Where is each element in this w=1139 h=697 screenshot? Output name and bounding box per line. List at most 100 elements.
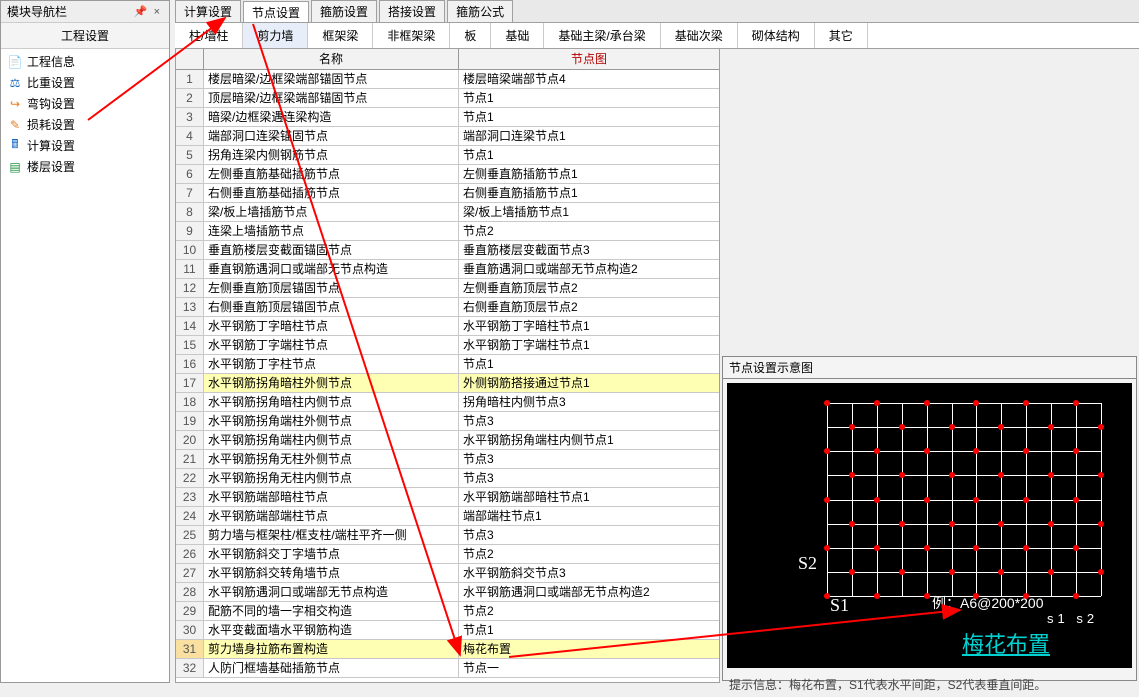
sub-tab-nonframe-beam[interactable]: 非框架梁 [373, 23, 450, 48]
nav-label: 楼层设置 [27, 158, 75, 175]
tab-calc-settings[interactable]: 计算设置 [175, 0, 241, 23]
row-node-img: 拐角暗柱内侧节点3 [459, 393, 719, 411]
row-number: 14 [176, 317, 204, 335]
table-row[interactable]: 14水平钢筋丁字暗柱节点水平钢筋丁字暗柱节点1 [176, 317, 719, 336]
row-number: 13 [176, 298, 204, 316]
col-header-nodeimg[interactable]: 节点图 [459, 49, 719, 69]
row-number: 6 [176, 165, 204, 183]
tab-stirrup-formula[interactable]: 箍筋公式 [447, 0, 513, 23]
table-row[interactable]: 2顶层暗梁/边框梁端部锚固节点节点1 [176, 89, 719, 108]
pin-icon[interactable]: 📌 [131, 5, 151, 18]
nav-item-project-info[interactable]: 📄 工程信息 [1, 51, 169, 72]
sub-tab-frame-beam[interactable]: 框架梁 [308, 23, 373, 48]
table-row[interactable]: 15水平钢筋丁字端柱节点水平钢筋丁字端柱节点1 [176, 336, 719, 355]
row-number: 27 [176, 564, 204, 582]
nav-label: 工程信息 [27, 53, 75, 70]
table-header: 名称 节点图 [176, 49, 719, 70]
table-row[interactable]: 10垂直筋楼层变截面锚固节点垂直筋楼层变截面节点3 [176, 241, 719, 260]
row-name: 顶层暗梁/边框梁端部锚固节点 [204, 89, 459, 107]
row-name: 水平钢筋斜交丁字墙节点 [204, 545, 459, 563]
table-row[interactable]: 17水平钢筋拐角暗柱外侧节点外侧钢筋搭接通过节点1 [176, 374, 719, 393]
sub-tab-shearwall[interactable]: 剪力墙 [243, 23, 308, 48]
row-number: 31 [176, 640, 204, 658]
nav-item-weight-settings[interactable]: ⚖ 比重设置 [1, 72, 169, 93]
table-row[interactable]: 21水平钢筋拐角无柱外侧节点节点3 [176, 450, 719, 469]
row-node-img: 节点1 [459, 355, 719, 373]
sub-tab-masonry[interactable]: 砌体结构 [738, 23, 815, 48]
row-node-img: 节点一 [459, 659, 719, 677]
row-name: 水平钢筋拐角无柱内侧节点 [204, 469, 459, 487]
row-name: 拐角连梁内侧钢筋节点 [204, 146, 459, 164]
label-s1: S1 [830, 595, 849, 616]
sub-tab-foundation-sec-beam[interactable]: 基础次梁 [661, 23, 738, 48]
table-row[interactable]: 24水平钢筋端部端柱节点端部端柱节点1 [176, 507, 719, 526]
nav-item-hook-settings[interactable]: ↪ 弯钩设置 [1, 93, 169, 114]
row-number: 17 [176, 374, 204, 392]
table-row[interactable]: 12左侧垂直筋顶层锚固节点左侧垂直筋顶层节点2 [176, 279, 719, 298]
sub-tab-slab[interactable]: 板 [450, 23, 491, 48]
table-row[interactable]: 27水平钢筋斜交转角墙节点水平钢筋斜交节点3 [176, 564, 719, 583]
row-number: 3 [176, 108, 204, 126]
table-row[interactable]: 11垂直钢筋遇洞口或端部无节点构造垂直筋遇洞口或端部无节点构造2 [176, 260, 719, 279]
sub-tab-foundation[interactable]: 基础 [491, 23, 544, 48]
app-root: 模块导航栏 📌 × 工程设置 📄 工程信息 ⚖ 比重设置 ↪ 弯钩设置 ✎ 损耗… [0, 0, 1139, 683]
calculator-icon: 🖩 [7, 138, 23, 154]
table-row[interactable]: 18水平钢筋拐角暗柱内侧节点拐角暗柱内侧节点3 [176, 393, 719, 412]
sub-tab-foundation-main-beam[interactable]: 基础主梁/承台梁 [544, 23, 660, 48]
row-number: 19 [176, 412, 204, 430]
table-row[interactable]: 1楼层暗梁/边框梁端部锚固节点楼层暗梁端部节点4 [176, 70, 719, 89]
table-row[interactable]: 6左侧垂直筋基础插筋节点左侧垂直筋插筋节点1 [176, 165, 719, 184]
pencil-icon: ✎ [7, 117, 23, 133]
table-row[interactable]: 4端部洞口连梁锚固节点端部洞口连梁节点1 [176, 127, 719, 146]
table-row[interactable]: 13右侧垂直筋顶层锚固节点右侧垂直筋顶层节点2 [176, 298, 719, 317]
preview-canvas: S2 S1 例：A6@200*200 s1 s2 梅花布置 [727, 383, 1132, 668]
row-name: 水平变截面墙水平钢筋构造 [204, 621, 459, 639]
sub-tab-other[interactable]: 其它 [815, 23, 868, 48]
table-body[interactable]: 1楼层暗梁/边框梁端部锚固节点楼层暗梁端部节点42顶层暗梁/边框梁端部锚固节点节… [176, 70, 719, 683]
row-number: 8 [176, 203, 204, 221]
table-row[interactable]: 9连梁上墙插筋节点节点2 [176, 222, 719, 241]
table-row[interactable]: 29配筋不同的墙一字相交构造节点2 [176, 602, 719, 621]
tab-lap-settings[interactable]: 搭接设置 [379, 0, 445, 23]
sidebar-title-text: 模块导航栏 [7, 3, 67, 20]
table-row[interactable]: 16水平钢筋丁字柱节点节点1 [176, 355, 719, 374]
close-icon[interactable]: × [151, 6, 163, 18]
row-name: 水平钢筋拐角暗柱外侧节点 [204, 374, 459, 392]
document-icon: 📄 [7, 54, 23, 70]
row-number: 24 [176, 507, 204, 525]
table-row[interactable]: 19水平钢筋拐角端柱外侧节点节点3 [176, 412, 719, 431]
col-header-name[interactable]: 名称 [204, 49, 459, 69]
table-row[interactable]: 30水平变截面墙水平钢筋构造节点1 [176, 621, 719, 640]
row-number: 30 [176, 621, 204, 639]
table-row[interactable]: 3暗梁/边框梁遇连梁构造节点1 [176, 108, 719, 127]
row-node-img: 右侧垂直筋顶层节点2 [459, 298, 719, 316]
table-row[interactable]: 32人防门框墙基础插筋节点节点一 [176, 659, 719, 678]
table-row[interactable]: 20水平钢筋拐角端柱内侧节点水平钢筋拐角端柱内侧节点1 [176, 431, 719, 450]
tab-node-settings[interactable]: 节点设置 [243, 1, 309, 24]
table-row[interactable]: 22水平钢筋拐角无柱内侧节点节点3 [176, 469, 719, 488]
row-number: 22 [176, 469, 204, 487]
tab-stirrup-settings[interactable]: 箍筋设置 [311, 0, 377, 23]
nav-item-floor-settings[interactable]: ▤ 楼层设置 [1, 156, 169, 177]
row-number: 18 [176, 393, 204, 411]
table-row[interactable]: 28水平钢筋遇洞口或端部无节点构造水平钢筋遇洞口或端部无节点构造2 [176, 583, 719, 602]
row-number: 5 [176, 146, 204, 164]
row-number: 7 [176, 184, 204, 202]
nav-item-calc-settings[interactable]: 🖩 计算设置 [1, 135, 169, 156]
row-node-img: 水平钢筋丁字端柱节点1 [459, 336, 719, 354]
sub-tab-column[interactable]: 柱/墙柱 [175, 23, 243, 48]
row-name: 水平钢筋丁字端柱节点 [204, 336, 459, 354]
table-row[interactable]: 7右侧垂直筋基础插筋节点右侧垂直筋插筋节点1 [176, 184, 719, 203]
row-name: 水平钢筋拐角无柱外侧节点 [204, 450, 459, 468]
row-name: 连梁上墙插筋节点 [204, 222, 459, 240]
row-name: 垂直筋楼层变截面锚固节点 [204, 241, 459, 259]
nav-item-loss-settings[interactable]: ✎ 损耗设置 [1, 114, 169, 135]
row-node-img: 节点3 [459, 469, 719, 487]
table-row[interactable]: 23水平钢筋端部暗柱节点水平钢筋端部暗柱节点1 [176, 488, 719, 507]
table-row[interactable]: 8梁/板上墙插筋节点梁/板上墙插筋节点1 [176, 203, 719, 222]
table-row[interactable]: 31剪力墙身拉筋布置构造梅花布置 [176, 640, 719, 659]
table-row[interactable]: 26水平钢筋斜交丁字墙节点节点2 [176, 545, 719, 564]
table-row[interactable]: 25剪力墙与框架柱/框支柱/端柱平齐一侧节点3 [176, 526, 719, 545]
row-name: 人防门框墙基础插筋节点 [204, 659, 459, 677]
table-row[interactable]: 5拐角连梁内侧钢筋节点节点1 [176, 146, 719, 165]
